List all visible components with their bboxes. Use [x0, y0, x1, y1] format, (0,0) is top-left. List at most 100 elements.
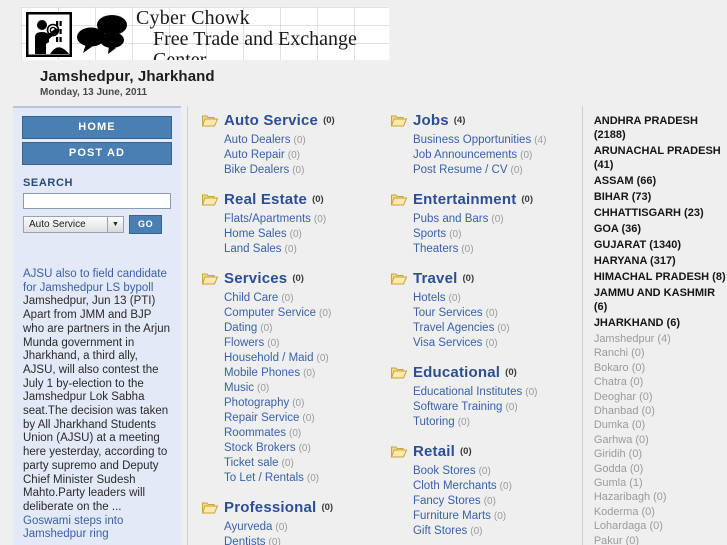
- state-item[interactable]: ANDHRA PRADESH (2188): [594, 114, 727, 142]
- city-item[interactable]: Ranchi (0): [594, 346, 727, 360]
- subcategory-count: (0): [313, 214, 327, 225]
- list-item[interactable]: Photography (0): [224, 396, 377, 411]
- list-item[interactable]: Pubs and Bars (0): [413, 212, 576, 227]
- city-item[interactable]: Bokaro (0): [594, 361, 727, 375]
- city-item[interactable]: Koderma (0): [594, 505, 727, 519]
- city-item[interactable]: Godda (0): [594, 462, 727, 476]
- subcategory-count: (0): [302, 413, 315, 424]
- subcategory-label: Dating: [224, 322, 258, 334]
- state-item[interactable]: JHARKHAND (6): [594, 316, 727, 330]
- list-item[interactable]: Ayurveda (0): [224, 520, 377, 535]
- city-item[interactable]: Giridih (0): [594, 447, 727, 461]
- category-header[interactable]: Professional (0): [202, 499, 377, 516]
- city-item[interactable]: Dhanbad (0): [594, 404, 727, 418]
- list-item[interactable]: To Let / Rentals (0): [224, 471, 377, 486]
- state-item[interactable]: HARYANA (317): [594, 254, 727, 268]
- state-item[interactable]: ARUNACHAL PRADESH (41): [594, 144, 727, 172]
- list-item[interactable]: Child Care (0): [224, 291, 377, 306]
- subcategory-list: Book Stores (0) Cloth Merchants (0) Fancy …: [413, 464, 576, 539]
- list-item[interactable]: Travel Agencies (0): [413, 321, 576, 336]
- category-header[interactable]: Services (0): [202, 270, 377, 287]
- news-headline-link[interactable]: AJSU also to field candidate for Jamshed…: [23, 268, 167, 294]
- category-count: (0): [312, 194, 324, 205]
- list-item[interactable]: Music (0): [224, 381, 377, 396]
- subcategory-count: (0): [260, 323, 273, 334]
- search-go-button[interactable]: GO: [129, 215, 163, 234]
- news-next-headline-link[interactable]: Goswami steps into Jamshedpur ring: [23, 515, 123, 541]
- list-item[interactable]: Bike Dealers (0): [224, 163, 377, 178]
- list-item[interactable]: Fancy Stores (0): [413, 494, 576, 509]
- post-ad-button[interactable]: POST AD: [22, 142, 172, 165]
- list-item[interactable]: Gift Stores (0): [413, 524, 576, 539]
- list-item[interactable]: Educational Institutes (0): [413, 385, 576, 400]
- category-column-1: Auto Service (0) Auto Dealers (0) Auto Re…: [188, 106, 377, 545]
- list-item[interactable]: Home Sales (0): [224, 227, 377, 242]
- category-header[interactable]: Real Estate (0): [202, 191, 377, 208]
- list-item[interactable]: Ticket sale (0): [224, 456, 377, 471]
- home-button[interactable]: HOME: [22, 116, 172, 139]
- city-item[interactable]: Pakur (0): [594, 534, 727, 545]
- list-item[interactable]: Post Resume / CV (0): [413, 163, 576, 178]
- city-item[interactable]: Chatra (0): [594, 375, 727, 389]
- state-item[interactable]: JAMMU AND KASHMIR (6): [594, 286, 727, 314]
- list-item[interactable]: Stock Brokers (0): [224, 441, 377, 456]
- list-item[interactable]: Auto Dealers (0): [224, 133, 377, 148]
- city-item[interactable]: Dumka (0): [594, 418, 727, 432]
- list-item[interactable]: Repair Service (0): [224, 411, 377, 426]
- list-item[interactable]: Cloth Merchants (0): [413, 479, 576, 494]
- subcategory-label: Photography: [224, 397, 290, 409]
- list-item[interactable]: Theaters (0): [413, 242, 576, 257]
- list-item[interactable]: Hotels (0): [413, 291, 576, 306]
- search-input[interactable]: [23, 193, 171, 209]
- list-item[interactable]: Flats/Apartments (0): [224, 212, 377, 227]
- state-item[interactable]: HIMACHAL PRADESH (8): [594, 270, 727, 284]
- folder-icon: [390, 273, 407, 285]
- list-item[interactable]: Furniture Marts (0): [413, 509, 576, 524]
- category-select[interactable]: Auto Service ▼: [23, 216, 124, 233]
- subcategory-count: (0): [485, 308, 498, 319]
- category-header[interactable]: Retail (0): [390, 443, 576, 460]
- category-header[interactable]: Travel (0): [390, 270, 576, 287]
- city-item[interactable]: Garhwa (0): [594, 433, 727, 447]
- list-item[interactable]: Household / Maid (0): [224, 351, 377, 366]
- list-item[interactable]: Book Stores (0): [413, 464, 576, 479]
- category-header[interactable]: Jobs (4): [390, 112, 576, 129]
- category-group: Retail (0) Book Stores (0) Cloth Merchant…: [390, 443, 576, 539]
- city-item[interactable]: Deoghar (0): [594, 390, 727, 404]
- list-item[interactable]: Mobile Phones (0): [224, 366, 377, 381]
- list-item[interactable]: Visa Services (0): [413, 336, 576, 351]
- state-item[interactable]: CHHATTISGARH (23): [594, 206, 727, 220]
- subcategory-count: (0): [257, 383, 270, 394]
- list-item[interactable]: Software Training (0): [413, 400, 576, 415]
- list-item[interactable]: Tutoring (0): [413, 415, 576, 430]
- city-item[interactable]: Hazaribagh (0): [594, 490, 727, 504]
- folder-icon: [390, 367, 407, 379]
- city-item[interactable]: Lohardaga (0): [594, 519, 727, 533]
- list-item[interactable]: Auto Repair (0): [224, 148, 377, 163]
- category-header[interactable]: Educational (0): [390, 364, 576, 381]
- list-item[interactable]: Job Announcements (0): [413, 148, 576, 163]
- category-title: Retail: [412, 443, 455, 460]
- state-item[interactable]: BIHAR (73): [594, 190, 727, 204]
- state-item[interactable]: ASSAM (66): [594, 174, 727, 188]
- list-item[interactable]: Tour Services (0): [413, 306, 576, 321]
- list-item[interactable]: Land Sales (0): [224, 242, 377, 257]
- subcategory-count: (0): [306, 473, 320, 484]
- state-item[interactable]: GOA (36): [594, 222, 727, 236]
- list-item[interactable]: Dentists (0): [224, 535, 377, 545]
- list-item[interactable]: Business Opportunities (4): [413, 133, 576, 148]
- subcategory-label: Visa Services: [412, 337, 483, 349]
- list-item[interactable]: Dating (0): [224, 321, 377, 336]
- state-item[interactable]: GUJARAT (1340): [594, 238, 727, 252]
- city-item[interactable]: Jamshedpur (4): [594, 332, 727, 346]
- category-header[interactable]: Auto Service (0): [202, 112, 377, 129]
- category-header[interactable]: Entertainment (0): [390, 191, 576, 208]
- list-item[interactable]: Computer Service (0): [224, 306, 377, 321]
- subcategory-label: Household / Maid: [224, 352, 314, 364]
- list-item[interactable]: Flowers (0): [224, 336, 377, 351]
- subcategory-label: Roommates: [224, 427, 286, 439]
- city-item[interactable]: Gumla (1): [594, 476, 727, 490]
- category-title: Entertainment: [412, 191, 517, 208]
- list-item[interactable]: Roommates (0): [224, 426, 377, 441]
- list-item[interactable]: Sports (0): [413, 227, 576, 242]
